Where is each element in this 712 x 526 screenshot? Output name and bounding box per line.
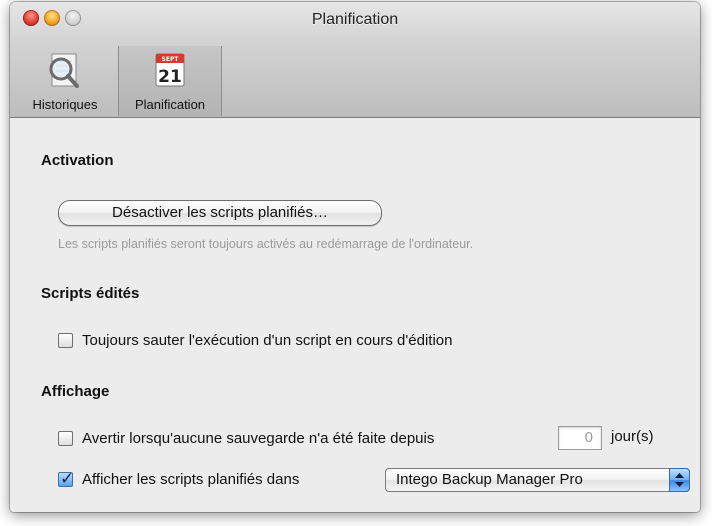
popup-arrows-icon <box>669 468 690 492</box>
magnifier-document-icon <box>14 51 116 91</box>
skip-editing-script-checkbox[interactable] <box>58 333 73 348</box>
days-unit-label: jour(s) <box>611 428 654 445</box>
toolbar-item-planification[interactable]: SEPT 21 Planification <box>118 46 222 116</box>
toolbar-item-label: Historiques <box>32 97 98 112</box>
preferences-window: Planification Historiques SEPT 21 Planif… <box>10 2 700 512</box>
app-popup-button[interactable]: Intego Backup Manager Pro <box>385 468 690 492</box>
window-title: Planification <box>311 11 399 28</box>
activation-hint-text: Les scripts planifiés seront toujours ac… <box>58 237 474 251</box>
preferences-content: Activation Désactiver les scripts planif… <box>10 118 700 512</box>
calendar-month-text: SEPT <box>162 56 180 63</box>
app-popup-value: Intego Backup Manager Pro <box>396 471 583 488</box>
show-scheduled-scripts-label: Afficher les scripts planifiés dans <box>82 471 300 488</box>
edited-scripts-section-title: Scripts édités <box>41 285 140 302</box>
skip-editing-script-label: Toujours sauter l'exécution d'un script … <box>82 332 453 349</box>
calendar-icon: SEPT 21 <box>118 51 222 91</box>
display-section-title: Affichage <box>41 383 110 400</box>
activation-section-title: Activation <box>41 152 114 169</box>
days-input[interactable]: 0 <box>558 426 602 450</box>
toolbar-item-historiques[interactable]: Historiques <box>14 46 116 116</box>
calendar-day-text: 21 <box>158 67 182 87</box>
checkmark-icon: ✓ <box>60 469 75 488</box>
warn-no-backup-checkbox[interactable] <box>58 431 73 446</box>
toolbar-item-label: Planification <box>134 97 206 112</box>
title-toolbar: Planification Historiques SEPT 21 Planif… <box>10 2 700 118</box>
show-scheduled-scripts-checkbox[interactable]: ✓ <box>58 469 75 488</box>
disable-scheduled-scripts-button[interactable]: Désactiver les scripts planifiés… <box>58 200 382 226</box>
warn-no-backup-label: Avertir lorsqu'aucune sauvegarde n'a été… <box>82 430 435 447</box>
